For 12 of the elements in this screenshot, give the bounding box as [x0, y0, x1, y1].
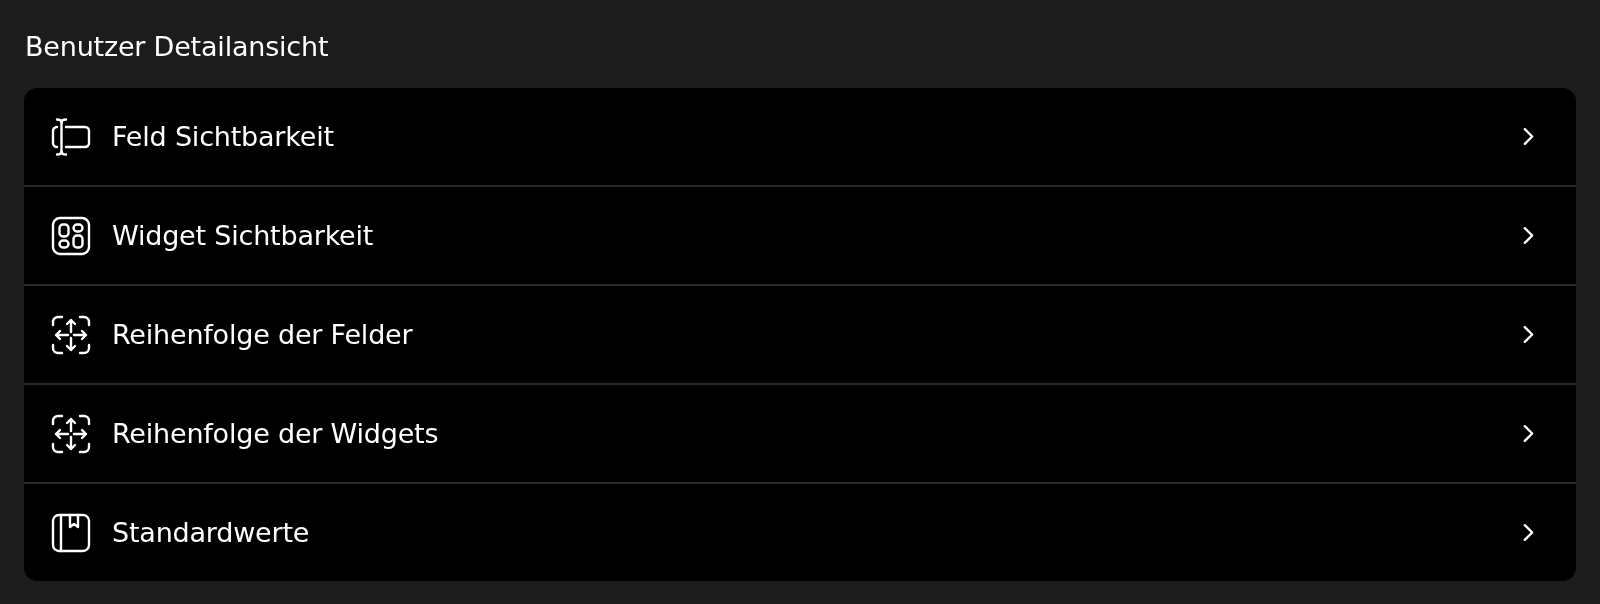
move-arrows-icon — [51, 413, 91, 454]
move-arrows-icon — [51, 314, 91, 355]
chevron-right-icon — [1523, 127, 1534, 146]
chevron-right-icon — [1523, 523, 1534, 542]
chevron-right-icon — [1523, 424, 1534, 443]
chevron-right-icon — [1523, 226, 1534, 245]
chevron-right-icon — [1523, 325, 1534, 344]
book-icon — [51, 512, 91, 553]
settings-row[interactable]: Standardwerte — [24, 482, 1576, 581]
text-field-icon — [51, 116, 91, 157]
section-title: Benutzer Detailansicht — [25, 30, 329, 64]
grid-icon — [51, 215, 91, 256]
